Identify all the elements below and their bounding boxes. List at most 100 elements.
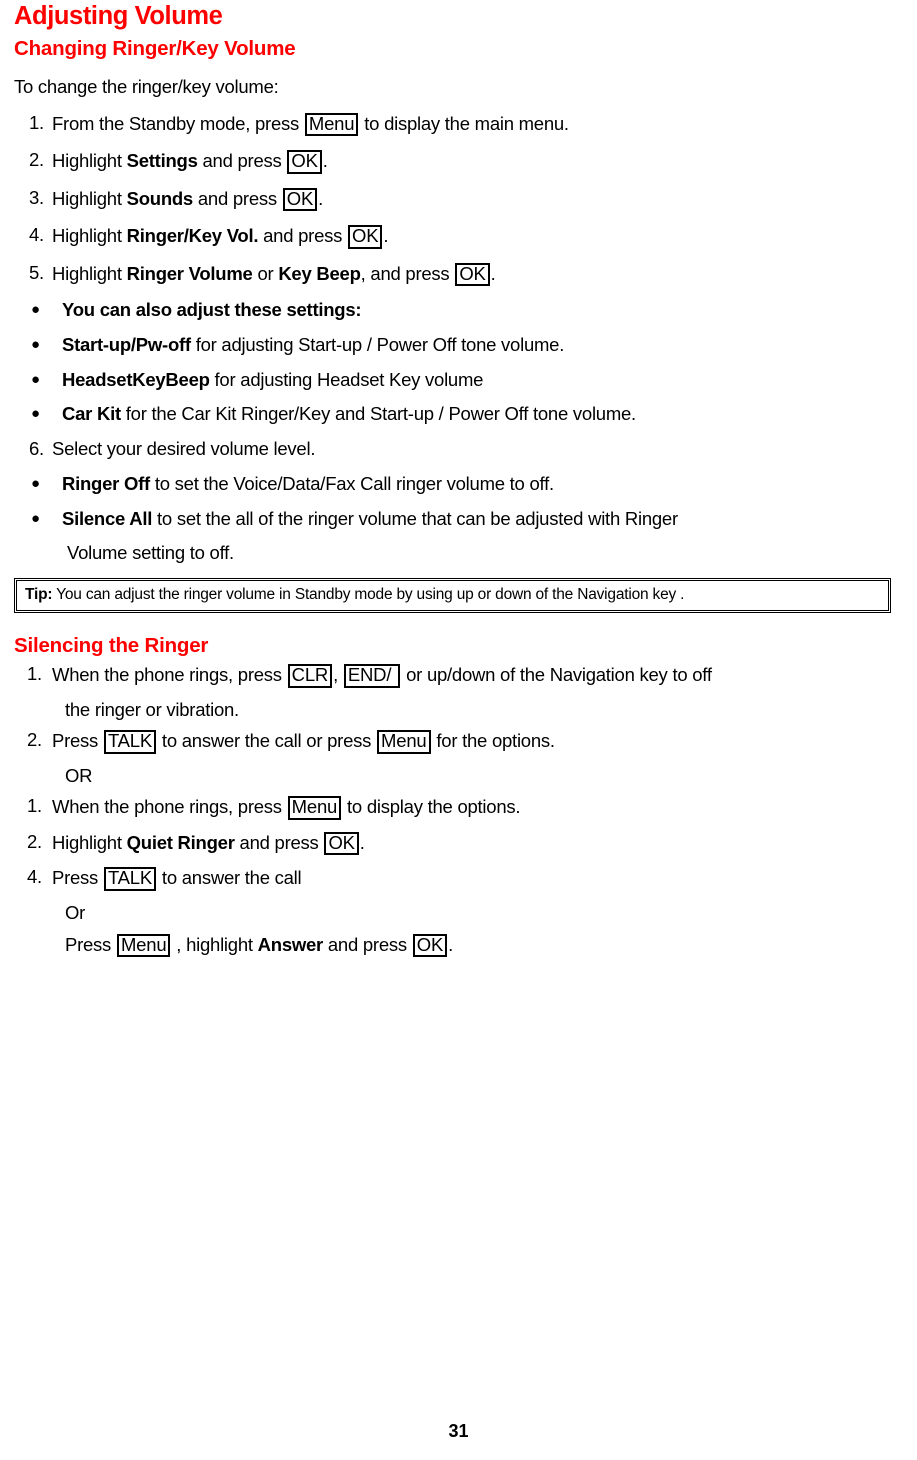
text-run: Highlight (52, 187, 127, 209)
step-text: When the phone rings, press Menu to disp… (52, 796, 903, 820)
numbered-step: 1. When the phone rings, press CLR, END/ … (14, 663, 903, 688)
text-run: Press (65, 933, 116, 955)
keycap-ok[interactable]: OK (287, 150, 322, 174)
intro-paragraph: To change the ringer/key volume: (14, 76, 279, 98)
text-run: From the Standby mode, press (52, 112, 304, 134)
step-continuation: Or (14, 902, 903, 924)
step-text: Highlight Ringer/Key Vol. and press OK. (52, 225, 903, 249)
document-page: Adjusting Volume Changing Ringer/Key Vol… (0, 0, 917, 1460)
keycap-ok[interactable]: OK (455, 262, 490, 287)
text-run: . (448, 933, 453, 955)
text-run: Highlight (52, 831, 127, 853)
bulleted-item: ● Car Kit for the Car Kit Ringer/Key and … (14, 404, 903, 425)
step-text: Select your desired volume level. (52, 438, 903, 460)
step-number: 2. (29, 149, 44, 171)
bullet-icon: ● (31, 509, 40, 527)
step-text: Silence All to set the all of the ringer… (62, 507, 903, 530)
bullet-icon: ● (31, 336, 40, 353)
section-heading-silencing-the-ringer: Silencing the Ringer (14, 633, 209, 657)
text-run: and press (322, 933, 412, 955)
text-run: When the phone rings, press (52, 664, 287, 686)
text-run: to answer the call (157, 867, 302, 889)
numbered-step: 5. Highlight Ringer Volume or Key Beep, a… (14, 262, 903, 287)
step-text: Highlight Sounds and press OK. (52, 187, 903, 212)
bulleted-item: ● HeadsetKeyBeep for adjusting Headset Ke… (14, 368, 903, 391)
bulleted-item: ● Ringer Off to set the Voice/Data/Fax Ca… (14, 472, 903, 495)
text-run: or (252, 262, 279, 284)
text-run: the ringer or vibration. (65, 698, 239, 720)
numbered-step: 1. From the Standby mode, press Menu to d… (14, 112, 903, 137)
keycap-talk[interactable]: TALK (103, 867, 157, 891)
step-text: Car Kit for the Car Kit Ringer/Key and S… (62, 404, 903, 425)
keycap-menu[interactable]: Menu (116, 933, 171, 958)
step-number: 2. (27, 729, 42, 751)
numbered-step: 4. Press TALK to answer the call (14, 867, 903, 891)
text-run: . (322, 150, 328, 172)
emphasis-term: You can also adjust these settings: (62, 299, 362, 321)
text-run: and press (192, 187, 282, 209)
ringer-key-volume-steps: 1. From the Standby mode, press Menu to d… (14, 112, 903, 530)
bullet-icon: ● (31, 474, 40, 492)
text-run: Select your desired volume level. (52, 438, 316, 460)
step-number: 6. (29, 438, 44, 460)
keycap-ok[interactable]: OK (412, 933, 448, 958)
tip-callout: Tip: You can adjust the ringer volume in… (14, 578, 891, 613)
emphasis-term: Settings (126, 150, 198, 172)
emphasis-term: Silence All (62, 507, 153, 529)
bulleted-item: ● You can also adjust these settings: (14, 299, 903, 321)
text-run: When the phone rings, press (52, 796, 287, 818)
step-number: 4. (27, 866, 42, 888)
step-text: Press TALK to answer the call (52, 867, 903, 891)
step-number: 1. (27, 663, 42, 685)
numbered-step: 6. Select your desired volume level. (14, 438, 903, 460)
keycap-menu[interactable]: Menu (287, 796, 342, 820)
text-run: for the options. (431, 730, 555, 752)
numbered-step: 2. Highlight Quiet Ringer and press OK. (14, 830, 903, 856)
step-text: Highlight Quiet Ringer and press OK. (52, 831, 903, 856)
emphasis-term: Quiet Ringer (126, 831, 235, 853)
text-run: , (333, 664, 343, 686)
step-text: You can also adjust these settings: (62, 299, 903, 321)
tip-label: Tip: (25, 586, 53, 604)
step-number: 4. (29, 224, 44, 246)
step-continuation: Press Menu , highlight Answer and press … (14, 933, 903, 958)
step-text: When the phone rings, press CLR, END/ or… (52, 664, 903, 688)
keycap-clr[interactable]: CLR (287, 664, 333, 688)
step-number: 2. (27, 830, 42, 852)
keycap-menu[interactable]: Menu (304, 112, 359, 137)
text-run: for adjusting Headset Key volume (209, 368, 484, 390)
step-text: HeadsetKeyBeep for adjusting Headset Key… (62, 368, 903, 391)
text-run: Highlight (52, 150, 127, 172)
bullet-icon: ● (31, 405, 40, 423)
step-continuation: the ringer or vibration. (14, 698, 903, 721)
keycap-end[interactable]: END/ (343, 664, 401, 688)
numbered-step: 3. Highlight Sounds and press OK. (14, 186, 903, 212)
emphasis-term: HeadsetKeyBeep (62, 368, 210, 390)
emphasis-term: Sounds (126, 187, 194, 209)
text-run: to set the all of the ringer volume that… (152, 507, 678, 529)
keycap-ok[interactable]: OK (348, 225, 383, 249)
text-run: for the Car Kit Ringer/Key and Start-up … (120, 403, 636, 425)
text-run: and press (258, 225, 348, 247)
text-run: for adjusting Start-up / Power Off tone … (190, 334, 565, 355)
emphasis-term: Ringer Off (62, 472, 150, 494)
emphasis-term: Answer (257, 933, 324, 955)
text-run: or up/down of the Navigation key to off (401, 664, 712, 686)
emphasis-term: Ringer/Key Vol. (126, 225, 259, 247)
silence-all-continuation: Volume setting to off. (67, 542, 234, 564)
text-run: to set the Voice/Data/Fax Call ringer vo… (149, 472, 554, 494)
step-continuation: OR (14, 765, 903, 787)
bullet-icon: ● (31, 301, 40, 319)
step-number: 3. (29, 186, 44, 208)
keycap-menu[interactable]: Menu (377, 730, 431, 754)
silencing-the-ringer-steps: 1. When the phone rings, press CLR, END/ … (14, 663, 903, 958)
text-run: . (318, 187, 323, 209)
step-text: Ringer Off to set the Voice/Data/Fax Cal… (62, 472, 903, 495)
keycap-ok[interactable]: OK (282, 187, 318, 212)
keycap-talk[interactable]: TALK (103, 730, 157, 754)
keycap-ok[interactable]: OK (324, 831, 359, 856)
page-title: Adjusting Volume (14, 2, 223, 30)
text-run: , and press (360, 262, 455, 284)
text-run: , highlight (171, 933, 258, 955)
